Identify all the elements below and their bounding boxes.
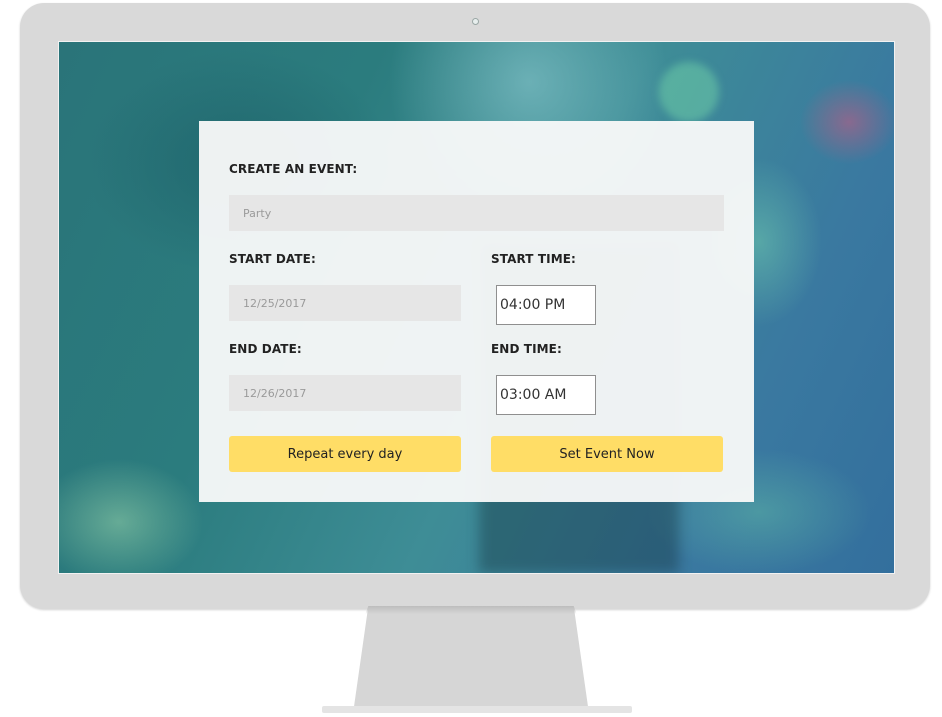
webcam-icon — [472, 18, 479, 25]
monitor-screen: CREATE AN EVENT: Party START DATE: START… — [58, 41, 895, 574]
start-time-input[interactable]: 04:00 PM — [496, 285, 596, 325]
end-date-label: END DATE: — [229, 342, 302, 356]
monitor-stand — [353, 606, 589, 712]
form-title: CREATE AN EVENT: — [229, 162, 358, 176]
background-photo-light — [659, 62, 719, 122]
stage: CREATE AN EVENT: Party START DATE: START… — [0, 0, 942, 717]
set-event-now-button[interactable]: Set Event Now — [491, 436, 723, 472]
end-time-label: END TIME: — [491, 342, 562, 356]
monitor-base — [322, 706, 632, 713]
repeat-every-day-button[interactable]: Repeat every day — [229, 436, 461, 472]
create-event-form: CREATE AN EVENT: Party START DATE: START… — [199, 121, 754, 502]
event-name-input[interactable]: Party — [229, 195, 724, 231]
start-time-label: START TIME: — [491, 252, 576, 266]
end-date-input[interactable]: 12/26/2017 — [229, 375, 461, 411]
end-time-input[interactable]: 03:00 AM — [496, 375, 596, 415]
start-date-label: START DATE: — [229, 252, 316, 266]
start-date-input[interactable]: 12/25/2017 — [229, 285, 461, 321]
